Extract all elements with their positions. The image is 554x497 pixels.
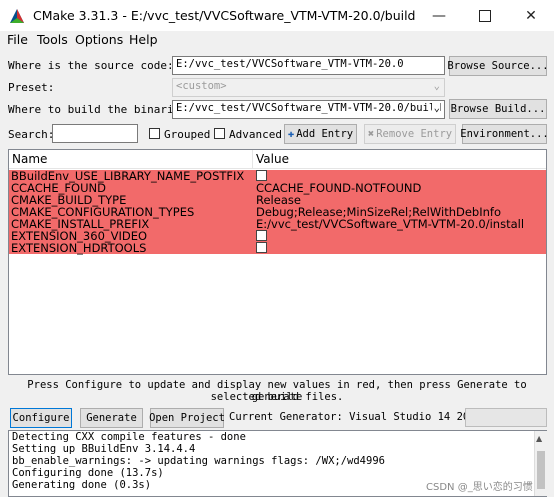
advanced-checkbox[interactable] [214, 128, 225, 139]
source-path-input[interactable]: E:/vvc_test/VVCSoftware_VTM-VTM-20.0 [172, 56, 445, 75]
cmake-logo-icon [10, 9, 24, 23]
search-input[interactable] [52, 124, 138, 143]
close-icon: ✕ [525, 7, 537, 24]
preset-value: <custom> [176, 80, 227, 92]
header-name[interactable]: Name [12, 150, 47, 168]
log-scrollbar[interactable]: ▲ [534, 431, 547, 496]
menu-file[interactable]: File [7, 32, 28, 47]
title-bar: CMake 3.31.3 - E:/vvc_test/VVCSoftware_V… [0, 0, 554, 31]
menu-options[interactable]: Options [75, 32, 123, 47]
remove-entry-button[interactable]: ✖ Remove Entry [364, 124, 456, 144]
row-value-checkbox[interactable] [256, 170, 267, 181]
browse-source-button[interactable]: Browse Source... [447, 56, 549, 76]
generate-button[interactable]: Generate [80, 408, 143, 428]
search-label: Search: [8, 128, 55, 141]
maximize-button[interactable] [462, 0, 508, 31]
row-name: EXTENSION_HDRTOOLS [11, 241, 147, 255]
advanced-label: Advanced [229, 128, 282, 141]
hint-line-2: selected build files. [210, 391, 344, 403]
menu-help[interactable]: Help [129, 32, 158, 47]
binaries-path-value: E:/vvc_test/VVCSoftware_VTM-VTM-20.0/bui… [176, 102, 442, 114]
column-divider [252, 150, 253, 168]
add-entry-label: Add Entry [296, 128, 354, 140]
minimize-icon: — [432, 7, 446, 24]
configure-button[interactable]: Configure [10, 408, 72, 428]
browse-build-button[interactable]: Browse Build... [449, 99, 547, 119]
scroll-up-icon[interactable]: ▲ [536, 434, 542, 443]
current-generator-label: Current Generator: Visual Studio 14 2015 [229, 411, 482, 423]
log-line: Setting up BBuildEnv 3.14.4.4 [12, 443, 196, 455]
log-line: Detecting CXX compile features - done [12, 431, 246, 443]
chevron-down-icon: ⌄ [433, 80, 440, 92]
row-value-checkbox[interactable] [256, 230, 267, 241]
window-title: CMake 3.31.3 - E:/vvc_test/VVCSoftware_V… [33, 8, 416, 23]
binaries-path-combo[interactable]: E:/vvc_test/VVCSoftware_VTM-VTM-20.0/bui… [172, 100, 445, 119]
chevron-down-icon: ⌄ [431, 102, 440, 114]
watermark: CSDN @_思い恋的习惯 [426, 482, 533, 493]
preset-select[interactable]: <custom> ⌄ [172, 78, 445, 97]
plus-icon: ✚ [287, 128, 295, 140]
menu-tools[interactable]: Tools [37, 32, 68, 47]
grouped-checkbox[interactable] [149, 128, 160, 139]
maximize-icon [479, 9, 491, 22]
minimize-button[interactable]: — [416, 0, 462, 31]
preset-label: Preset: [8, 81, 55, 94]
progress-bar [465, 408, 547, 427]
log-line: bb_enable_warnings: -> updating warnings… [12, 455, 385, 467]
grouped-label: Grouped [164, 128, 211, 141]
source-label: Where is the source code: [8, 59, 174, 72]
row-value-checkbox[interactable] [256, 242, 267, 253]
binaries-label: Where to build the binaries: [8, 103, 194, 116]
remove-icon: ✖ [367, 128, 375, 140]
environment-button[interactable]: Environment... [460, 124, 549, 144]
row-value[interactable]: E:/vvc_test/VVCSoftware_VTM-VTM-20.0/ins… [256, 218, 524, 230]
open-project-button[interactable]: Open Project [149, 408, 225, 428]
scroll-thumb[interactable] [537, 451, 545, 489]
log-line: Generating done (0.3s) [12, 479, 152, 491]
header-value[interactable]: Value [256, 150, 289, 168]
add-entry-button[interactable]: ✚ Add Entry [284, 124, 357, 144]
log-line: Configuring done (13.7s) [12, 467, 164, 479]
close-button[interactable]: ✕ [508, 0, 554, 31]
remove-entry-label: Remove Entry [376, 128, 453, 140]
